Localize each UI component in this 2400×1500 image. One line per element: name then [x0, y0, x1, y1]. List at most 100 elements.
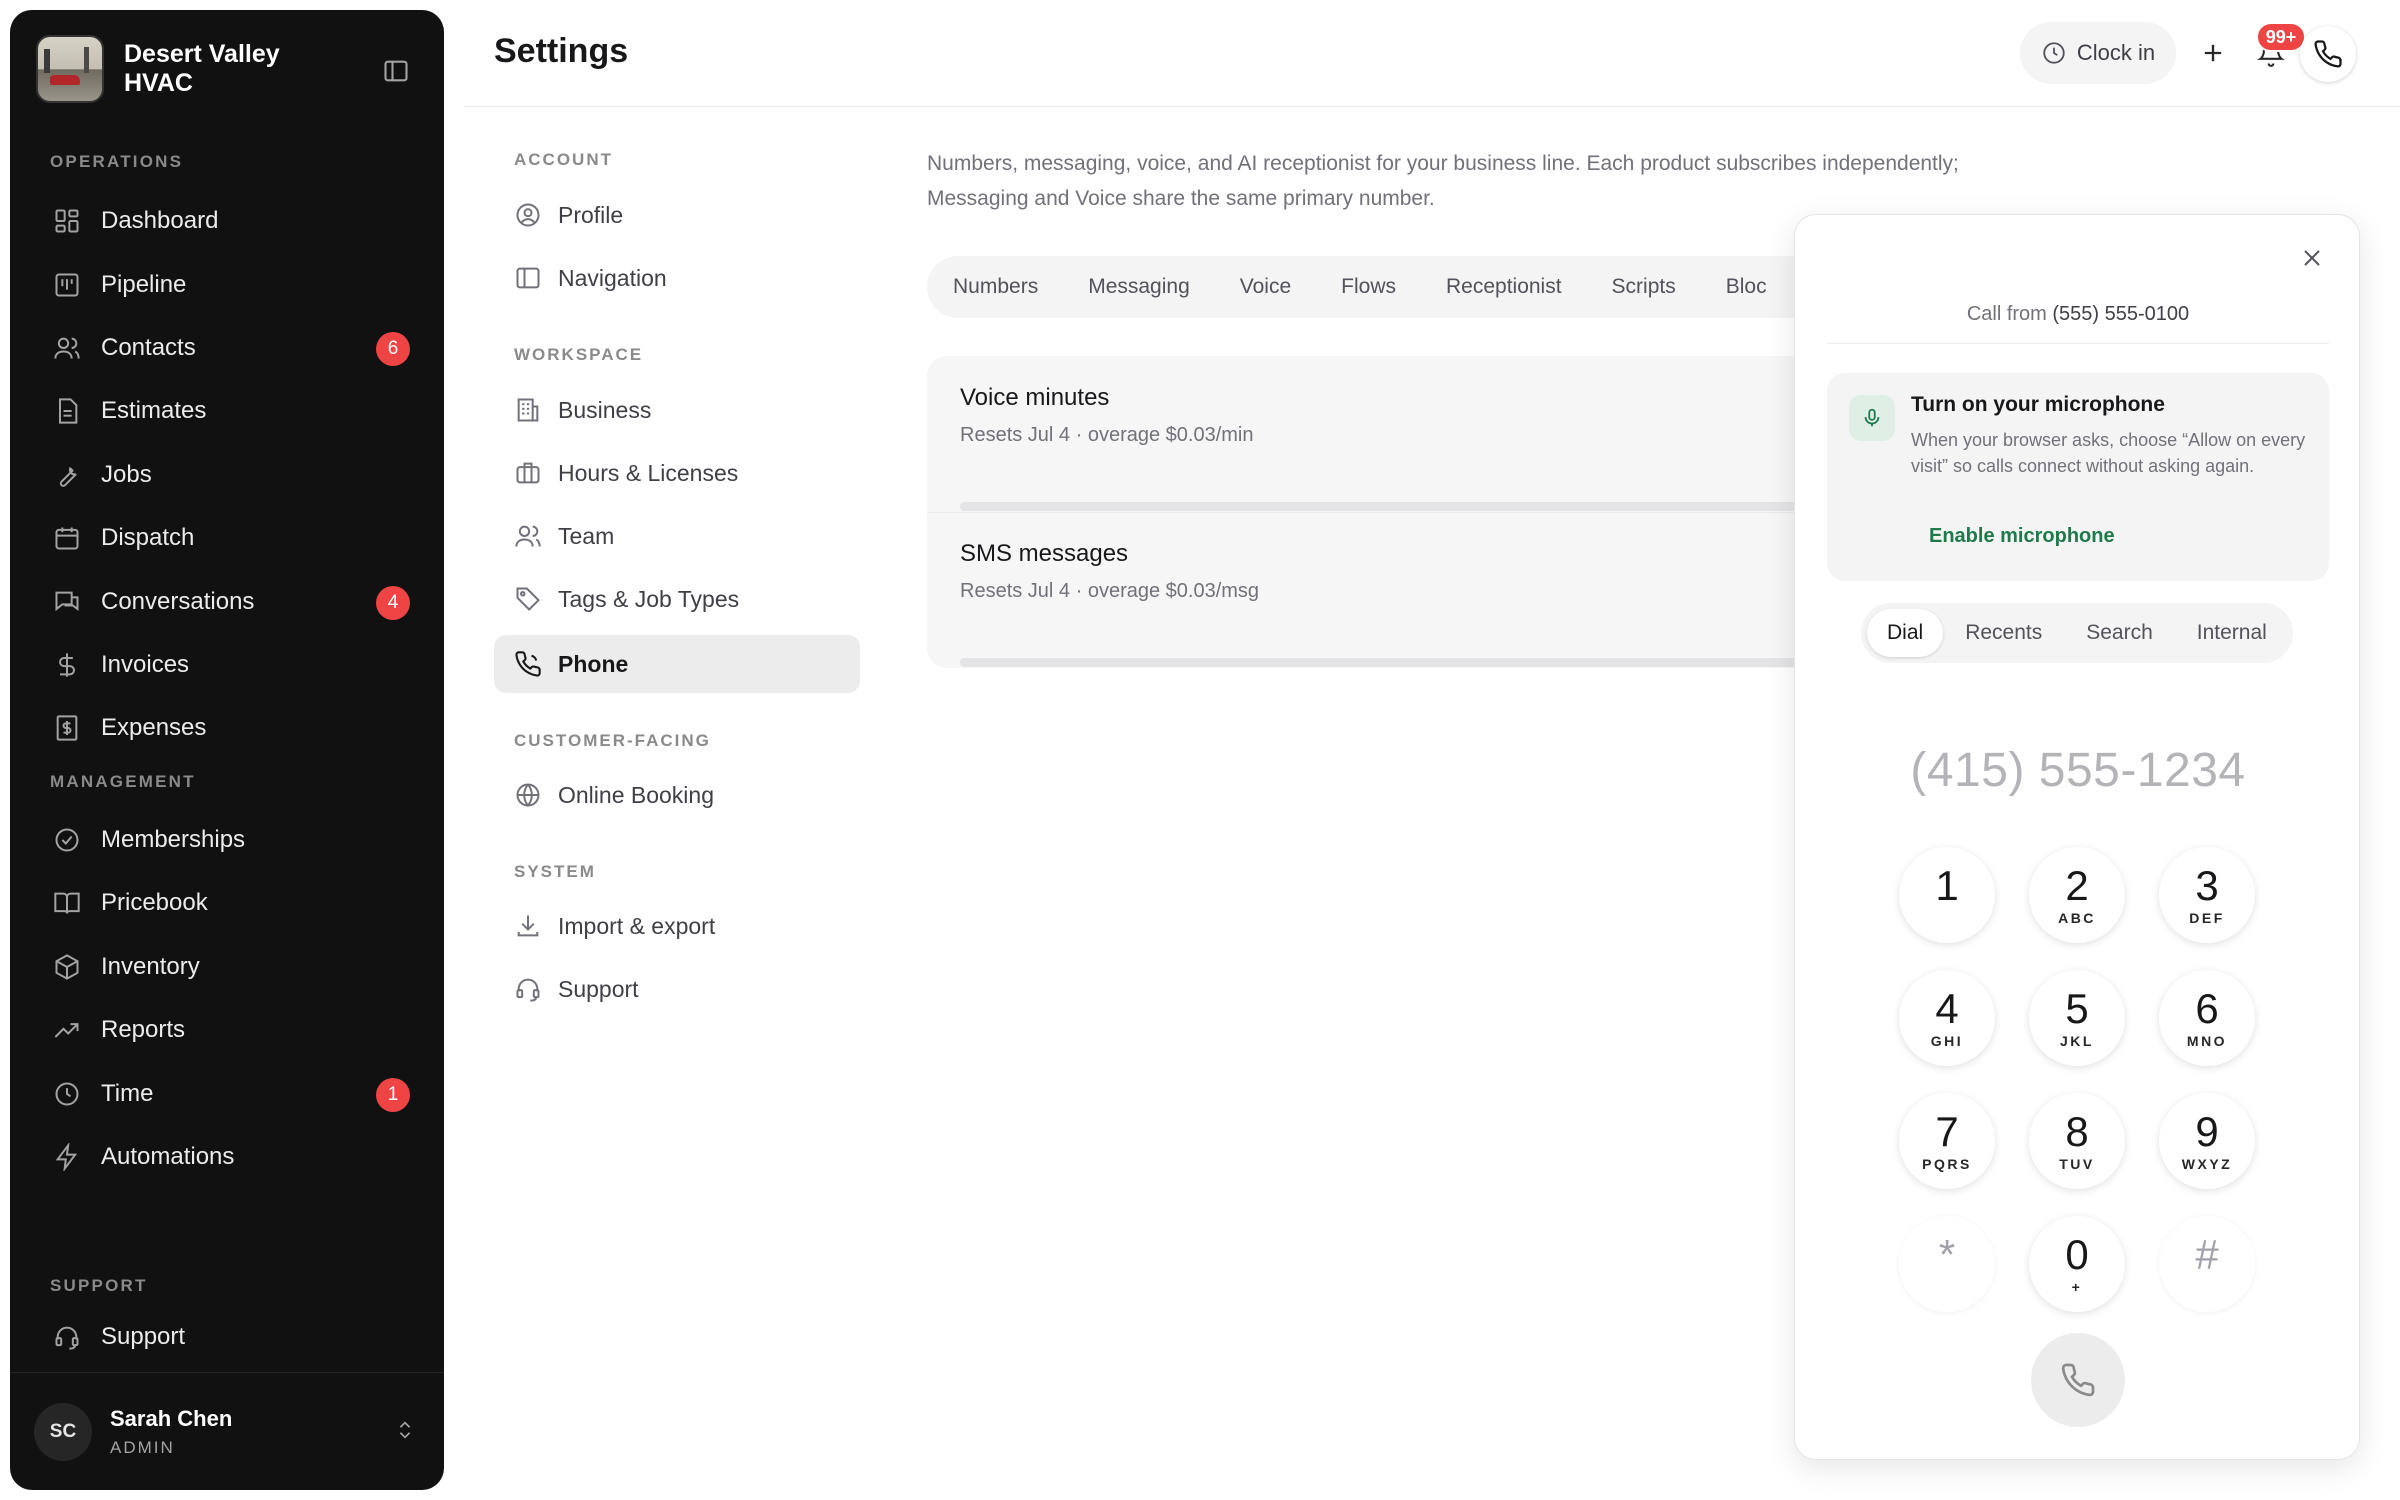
dashboard-icon	[50, 204, 84, 238]
dial-number-input[interactable]: (415) 555-1234	[1795, 743, 2361, 798]
dial-key-4[interactable]: 4 GHI	[1899, 970, 1995, 1066]
tab-scripts[interactable]: Scripts	[1587, 275, 1701, 299]
sidebar-item-contacts[interactable]: Contacts 6	[40, 321, 420, 375]
settings-item-hours-licenses[interactable]: Hours & Licenses	[494, 444, 860, 502]
settings-item-label: Business	[558, 396, 652, 423]
sidebar-item-dispatch[interactable]: Dispatch	[40, 511, 420, 565]
tab-messaging[interactable]: Messaging	[1063, 275, 1215, 299]
notification-badge: 99+	[2256, 22, 2306, 52]
add-button[interactable]	[2190, 30, 2236, 76]
settings-item-tags-job-types[interactable]: Tags & Job Types	[494, 570, 860, 628]
tab-voice[interactable]: Voice	[1215, 275, 1316, 299]
settings-item-online-booking[interactable]: Online Booking	[494, 766, 860, 824]
settings-item-label: Import & export	[558, 912, 716, 939]
dialer-panel: Call from (555) 555-0100 Turn on your mi…	[1794, 214, 2360, 1460]
globe-icon	[512, 779, 544, 811]
sidebar-item-pricebook[interactable]: Pricebook	[40, 876, 420, 930]
calendar-icon	[50, 521, 84, 555]
enable-microphone-link[interactable]: Enable microphone	[1929, 525, 2115, 548]
sidebar-item-reports[interactable]: Reports	[40, 1003, 420, 1057]
close-icon[interactable]	[2295, 241, 2329, 275]
team-icon	[512, 520, 544, 552]
dialer-tabs: Dial Recents Search Internal	[1861, 603, 2293, 663]
contacts-icon	[50, 331, 84, 365]
phone-description: Numbers, messaging, voice, and AI recept…	[927, 152, 1959, 210]
settings-item-navigation[interactable]: Navigation	[494, 249, 860, 307]
tab-flows[interactable]: Flows	[1316, 275, 1421, 299]
dialer-tab-recents[interactable]: Recents	[1943, 609, 2064, 657]
clock-in-button[interactable]: Clock in	[2020, 22, 2176, 84]
sidebar-item-inventory[interactable]: Inventory	[40, 940, 420, 994]
sidebar-item-dashboard[interactable]: Dashboard	[40, 194, 420, 248]
sidebar-item-invoices[interactable]: Invoices	[40, 638, 420, 692]
dial-key-2[interactable]: 2 ABC	[2029, 847, 2125, 943]
sidebar-item-label: Contacts	[101, 334, 196, 361]
usage-title: Voice minutes	[960, 384, 1110, 411]
app-root: Desert Valley HVAC OPERATIONS Dashboard …	[0, 0, 2400, 1500]
dial-key-1[interactable]: 1	[1899, 847, 1995, 943]
dial-key-hash[interactable]: #	[2159, 1216, 2255, 1312]
sidebar-toggle-icon[interactable]	[376, 54, 416, 88]
usage-subtitle: Resets Jul 4 · overage $0.03/msg	[960, 580, 1260, 602]
dial-key-6[interactable]: 6 MNO	[2159, 970, 2255, 1066]
dialer-tab-internal[interactable]: Internal	[2175, 609, 2289, 657]
dial-key-5[interactable]: 5 JKL	[2029, 970, 2125, 1066]
sidebar-item-label: Pricebook	[101, 889, 208, 916]
chevron-up-down-icon	[394, 1417, 416, 1443]
call-from[interactable]: Call from (555) 555-0100	[1795, 303, 2361, 326]
tab-receptionist[interactable]: Receptionist	[1421, 275, 1587, 299]
settings-item-business[interactable]: Business	[494, 381, 860, 439]
sidebar-item-jobs[interactable]: Jobs	[40, 448, 420, 502]
sidebar-item-automations[interactable]: Automations	[40, 1130, 420, 1184]
tab-blocked[interactable]: Bloc	[1701, 275, 1792, 299]
usage-title: SMS messages	[960, 540, 1129, 567]
package-icon	[50, 950, 84, 984]
microphone-prompt: Turn on your microphone When your browse…	[1827, 373, 2329, 581]
sidebar-item-expenses[interactable]: Expenses	[40, 701, 420, 755]
dial-key-9[interactable]: 9 WXYZ	[2159, 1093, 2255, 1189]
dial-key-star[interactable]: *	[1899, 1216, 1995, 1312]
call-button[interactable]	[2031, 1333, 2125, 1427]
panel-left-icon	[512, 262, 544, 294]
tab-numbers[interactable]: Numbers	[927, 275, 1063, 299]
sidebar-item-conversations[interactable]: Conversations 4	[40, 575, 420, 629]
sidebar-item-pipeline[interactable]: Pipeline	[40, 258, 420, 312]
sidebar-item-time[interactable]: Time 1	[40, 1067, 420, 1121]
dial-key-3[interactable]: 3 DEF	[2159, 847, 2255, 943]
sidebar: Desert Valley HVAC OPERATIONS Dashboard …	[10, 10, 444, 1490]
receipt-icon	[50, 711, 84, 745]
dialer-tab-dial[interactable]: Dial	[1867, 609, 1944, 657]
headset-icon	[50, 1320, 84, 1354]
settings-item-phone[interactable]: Phone	[494, 635, 860, 693]
clock-in-label: Clock in	[2076, 40, 2156, 65]
usage-item-sms: SMS messages Resets Jul 4 · overage $0.0…	[960, 540, 1820, 667]
sidebar-item-support[interactable]: Support	[40, 1310, 420, 1364]
usage-subtitle: Resets Jul 4 · overage $0.03/min	[960, 424, 1254, 446]
sidebar-item-label: Jobs	[101, 461, 152, 488]
dialer-tab-search[interactable]: Search	[2064, 609, 2175, 657]
settings-item-profile[interactable]: Profile	[494, 186, 860, 244]
user-menu[interactable]: SC Sarah Chen ADMIN	[10, 1372, 444, 1490]
phone-icon	[512, 648, 544, 680]
pipeline-icon	[50, 268, 84, 302]
dial-key-8[interactable]: 8 TUV	[2029, 1093, 2125, 1189]
phone-dialer-button[interactable]	[2300, 26, 2356, 82]
settings-item-label: Phone	[558, 650, 629, 677]
avatar: SC	[34, 1402, 92, 1461]
settings-item-support[interactable]: Support	[494, 960, 860, 1018]
sidebar-item-estimates[interactable]: Estimates	[40, 384, 420, 438]
dial-key-7[interactable]: 7 PQRS	[1899, 1093, 1995, 1189]
settings-item-import-export[interactable]: Import & export	[494, 897, 860, 955]
dial-key-0[interactable]: 0 +	[2029, 1216, 2125, 1312]
business-logo	[36, 35, 104, 103]
microphone-title: Turn on your microphone	[1911, 393, 2165, 416]
settings-section-account: ACCOUNT	[514, 150, 613, 169]
brand[interactable]: Desert Valley HVAC	[36, 34, 416, 104]
settings-item-team[interactable]: Team	[494, 507, 860, 565]
phone-icon	[2061, 1363, 2095, 1397]
settings-item-label: Team	[558, 522, 615, 549]
settings-item-label: Tags & Job Types	[558, 585, 740, 612]
call-from-number: (555) 555-0100	[2052, 303, 2190, 325]
sidebar-item-memberships[interactable]: Memberships	[40, 813, 420, 867]
count-badge: 1	[376, 1078, 410, 1112]
